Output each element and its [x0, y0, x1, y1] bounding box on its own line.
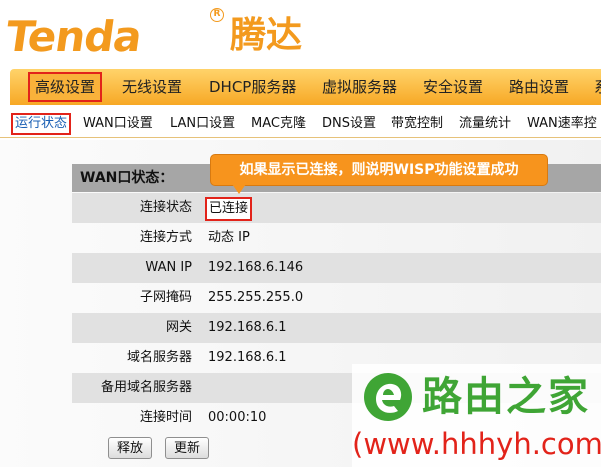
subnav-wan-rate-control[interactable]: WAN速率控: [527, 112, 597, 136]
status-row: 子网掩码 255.255.255.0: [72, 283, 601, 313]
row-value: 255.255.255.0: [208, 290, 304, 305]
status-row: 网关 192.168.6.1: [72, 313, 601, 343]
row-label: 备用域名服务器: [100, 380, 192, 395]
watermark-chinese: 路由之家: [422, 374, 590, 420]
row-label: WAN IP: [145, 260, 192, 275]
sub-nav: 运行状态 WAN口设置 LAN口设置 MAC克隆 DNS设置 带宽控制 流量统计…: [0, 112, 601, 138]
row-value: 动态 IP: [208, 230, 250, 245]
connection-status-value: 已连接: [205, 197, 253, 221]
status-row: 连接方式 动态 IP: [72, 223, 601, 253]
release-button[interactable]: 释放: [108, 437, 153, 459]
subnav-lan-settings[interactable]: LAN口设置: [170, 112, 235, 136]
subnav-wan-settings[interactable]: WAN口设置: [83, 112, 153, 136]
nav-advanced-settings[interactable]: 高级设置: [28, 72, 103, 102]
row-label: 连接方式: [139, 230, 192, 245]
registered-mark-icon: R: [210, 8, 224, 22]
success-callout: 如果显示已连接，则说明WISP功能设置成功: [210, 154, 548, 186]
row-value: 192.168.6.1: [208, 350, 287, 365]
subnav-run-status[interactable]: 运行状态: [11, 113, 72, 135]
row-value: 00:00:10: [208, 410, 267, 425]
row-label: 连接时间: [139, 410, 192, 425]
subnav-bandwidth-control[interactable]: 带宽控制: [391, 112, 443, 136]
main-nav: 高级设置 无线设置 DHCP服务器 虚拟服务器 安全设置 路由设置 系: [10, 69, 601, 105]
subnav-traffic-stats[interactable]: 流量统计: [459, 112, 511, 136]
nav-dhcp-server[interactable]: DHCP服务器: [209, 69, 296, 105]
row-label: 网关: [165, 320, 192, 335]
row-label: 连接状态: [139, 200, 192, 215]
tenda-logo: Tenda: [3, 0, 145, 62]
logo-chinese: 腾达: [230, 15, 303, 56]
row-label: 域名服务器: [126, 350, 192, 365]
subnav-dns-settings[interactable]: DNS设置: [322, 112, 376, 136]
subnav-mac-clone[interactable]: MAC克隆: [251, 112, 306, 136]
row-value: 192.168.6.146: [208, 260, 304, 275]
watermark-logo-icon: [364, 373, 412, 421]
nav-security-settings[interactable]: 安全设置: [423, 69, 483, 105]
watermark: 路由之家 (www.hhhyh.com): [352, 364, 601, 467]
nav-system[interactable]: 系: [594, 69, 601, 105]
nav-virtual-server[interactable]: 虚拟服务器: [322, 69, 397, 105]
status-row: 连接状态 已连接: [72, 193, 601, 223]
nav-routing-settings[interactable]: 路由设置: [509, 69, 569, 105]
row-label: 子网掩码: [139, 290, 192, 305]
status-row: WAN IP 192.168.6.146: [72, 253, 601, 283]
logo-text: Tenda: [2, 12, 145, 61]
renew-button[interactable]: 更新: [165, 437, 210, 459]
callout-pointer-icon: [232, 184, 246, 194]
row-value: 192.168.6.1: [208, 320, 287, 335]
watermark-url: (www.hhhyh.com): [352, 427, 601, 461]
nav-wireless-settings[interactable]: 无线设置: [122, 69, 182, 105]
